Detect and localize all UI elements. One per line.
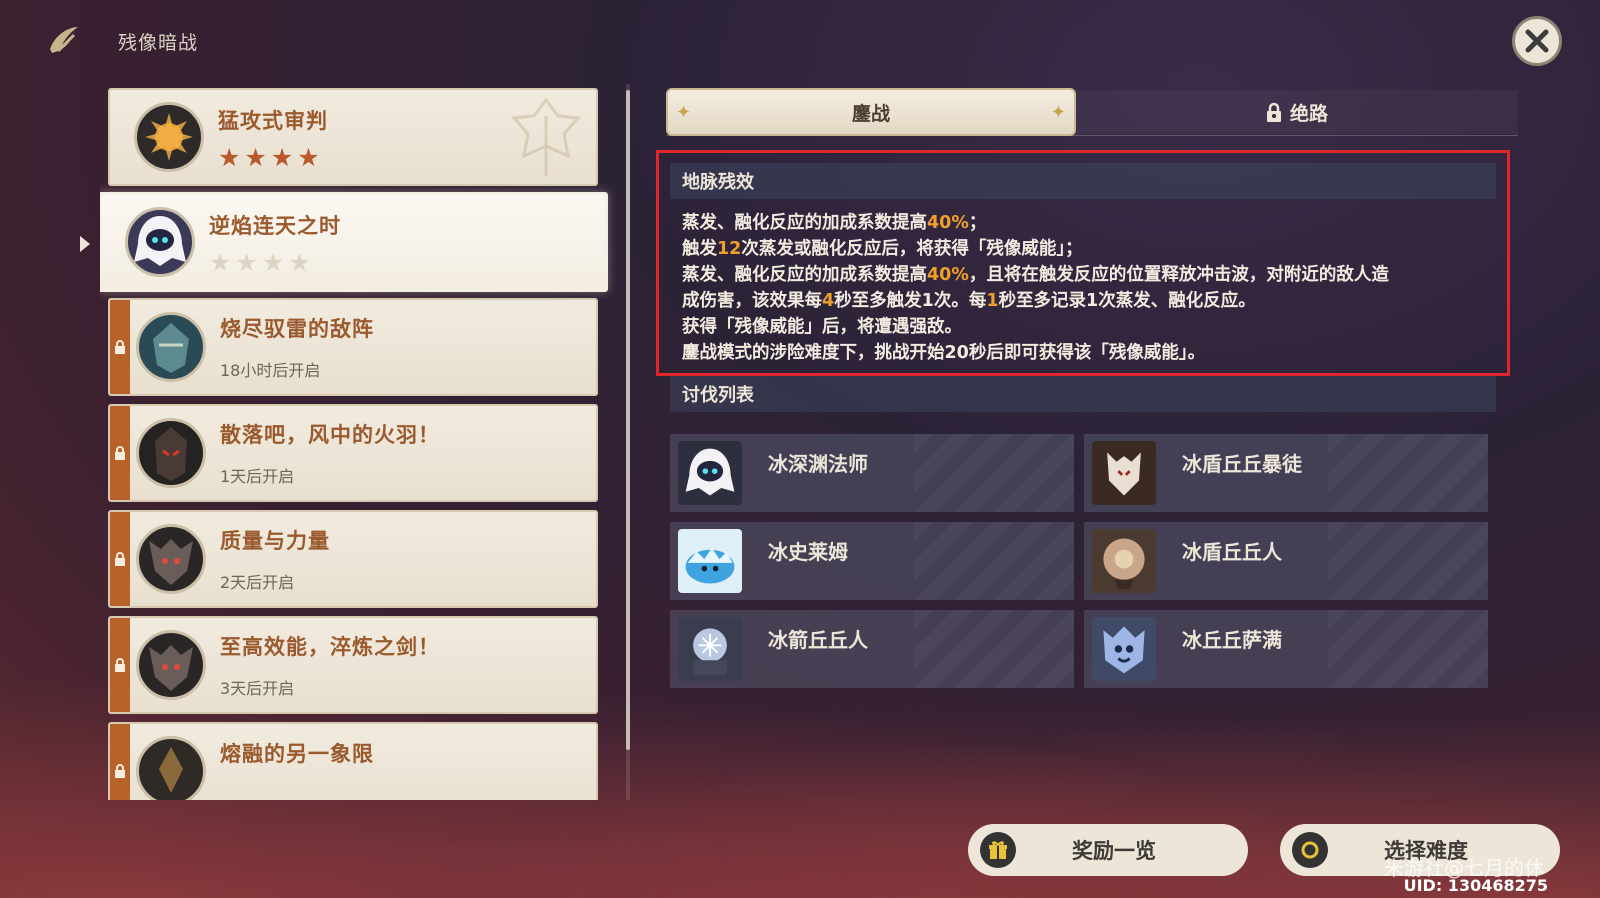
effect-description: 蒸发、融化反应的加成系数提高40%； 触发12次蒸发或融化反应后，将获得「残像威… [682,210,1502,366]
tab-desperate-road[interactable]: 绝路 [1076,90,1518,134]
star-icon: ★ [235,247,258,277]
star-rating: ★ ★ ★ ★ [209,250,341,275]
unlock-time: 2天后开启 [220,573,295,592]
tab-label: 鏖战 [851,102,890,125]
challenge-list[interactable]: 猛攻式审判 ★ ★ ★ ★ 逆焰连天之时 ★ ★ ★ ★ 烧尽驭雷的敌阵 18小时后 [100,86,620,800]
star-rating: ★ ★ ★ ★ [218,145,328,170]
enemy-portrait [1092,441,1156,505]
effect-line: 触发12次蒸发或融化反应后，将获得「残像威能」； [682,239,1083,259]
tab-label: 绝路 [1289,102,1328,125]
lock-icon [1266,102,1282,122]
lock-icon [110,300,130,394]
challenge-avatar [134,102,204,172]
tab-fierce-battle[interactable]: ✦ 鏖战 ✦ [666,88,1076,136]
challenge-card-selected[interactable]: 逆焰连天之时 ★ ★ ★ ★ [100,192,608,292]
enemy-name: 冰箭丘丘人 [768,628,868,652]
sparkle-icon: ✦ [676,102,692,123]
challenge-name: 烧尽驭雷的敌阵 [220,317,374,341]
lock-icon [110,512,130,606]
rewards-list-button[interactable]: 奖励一览 [968,824,1248,876]
feather-sword-icon [44,21,84,61]
enemy-name: 冰丘丘萨满 [1182,628,1282,652]
page-title: 残像暗战 [118,31,199,54]
lock-icon [110,724,130,800]
effect-line: 成伤害，该效果每4秒至多触发1次。每1秒至多记录1次蒸发、融化反应。 [682,291,1256,311]
scrollbar-thumb[interactable] [626,90,630,750]
challenge-card-locked[interactable]: 质量与力量 2天后开启 [108,510,598,608]
star-icon: ★ [288,247,311,277]
challenge-card-locked[interactable]: 熔融的另一象限 [108,722,598,800]
enemy-name: 冰盾丘丘人 [1182,540,1282,564]
challenge-name: 逆焰连天之时 [209,213,341,238]
enemy-portrait [1092,529,1156,593]
enemy-entry[interactable]: 冰盾丘丘人 [1084,522,1488,600]
lock-icon [110,618,130,712]
unlock-time: 18小时后开启 [220,361,321,380]
challenge-card[interactable]: 猛攻式审判 ★ ★ ★ ★ [108,88,598,186]
unlock-time: 3天后开启 [220,679,295,698]
star-icon: ★ [297,142,320,172]
close-button[interactable] [1512,16,1562,66]
enemy-portrait [1092,617,1156,681]
challenge-avatar [136,736,206,800]
challenge-card-locked[interactable]: 至高效能，淬炼之剑！ 3天后开启 [108,616,598,714]
challenge-avatar [136,418,206,488]
challenge-name: 质量与力量 [220,529,330,553]
enemy-section-title: 讨伐列表 [670,376,1496,412]
star-icon: ★ [270,142,294,172]
challenge-avatar [136,630,206,700]
star-icon: ★ [244,142,267,172]
unlock-time: 1天后开启 [220,467,295,486]
enemy-entry[interactable]: 冰盾丘丘暴徒 [1084,434,1488,512]
challenge-name: 散落吧，风中的火羽！ [220,423,440,447]
challenge-card-locked[interactable]: 烧尽驭雷的敌阵 18小时后开启 [108,298,598,396]
enemy-portrait [678,617,742,681]
challenge-avatar [136,524,206,594]
enemy-entry[interactable]: 冰箭丘丘人 [670,610,1074,688]
enemy-name: 冰史莱姆 [768,540,848,564]
gift-icon [980,832,1016,868]
enemy-entry[interactable]: 冰深渊法师 [670,434,1074,512]
enemy-entry[interactable]: 冰丘丘萨满 [1084,610,1488,688]
challenge-card-locked[interactable]: 散落吧，风中的火羽！ 1天后开启 [108,404,598,502]
button-label: 奖励一览 [1072,839,1156,863]
enemy-name: 冰深渊法师 [768,452,868,476]
uid-label: UID: 130468275 [1403,876,1548,895]
circle-icon [1292,832,1328,868]
challenge-name: 熔融的另一象限 [220,742,374,766]
star-icon: ★ [209,247,232,277]
challenge-avatar [125,207,195,277]
close-x-icon [1525,29,1549,53]
effect-line: 蒸发、融化反应的加成系数提高40%，且将在触发反应的位置释放冲击波，对附近的敌人… [682,265,1389,285]
enemy-portrait [678,441,742,505]
emblem-icon [506,96,586,184]
enemy-entry[interactable]: 冰史莱姆 [670,522,1074,600]
star-icon: ★ [261,247,285,277]
selected-indicator-arrow [80,236,90,252]
enemy-name: 冰盾丘丘暴徒 [1182,452,1302,476]
star-icon: ★ [218,142,241,172]
effect-line: 鏖战模式的涉险难度下，挑战开始20秒后即可获得该「残像威能」。 [682,343,1206,363]
challenge-name: 猛攻式审判 [218,108,328,133]
effect-line: 蒸发、融化反应的加成系数提高40%； [682,213,987,233]
effect-section-title: 地脉残效 [670,163,1496,199]
mode-tabs: ✦ 鏖战 ✦ 绝路 [666,86,1518,136]
challenge-avatar [136,312,206,382]
sparkle-icon: ✦ [1050,102,1066,123]
challenge-name: 至高效能，淬炼之剑！ [220,635,440,659]
lock-icon [110,406,130,500]
enemy-portrait [678,529,742,593]
effect-line: 获得「残像威能」后，将遭遇强敌。 [682,317,962,337]
header: 残像暗战 [44,18,198,64]
